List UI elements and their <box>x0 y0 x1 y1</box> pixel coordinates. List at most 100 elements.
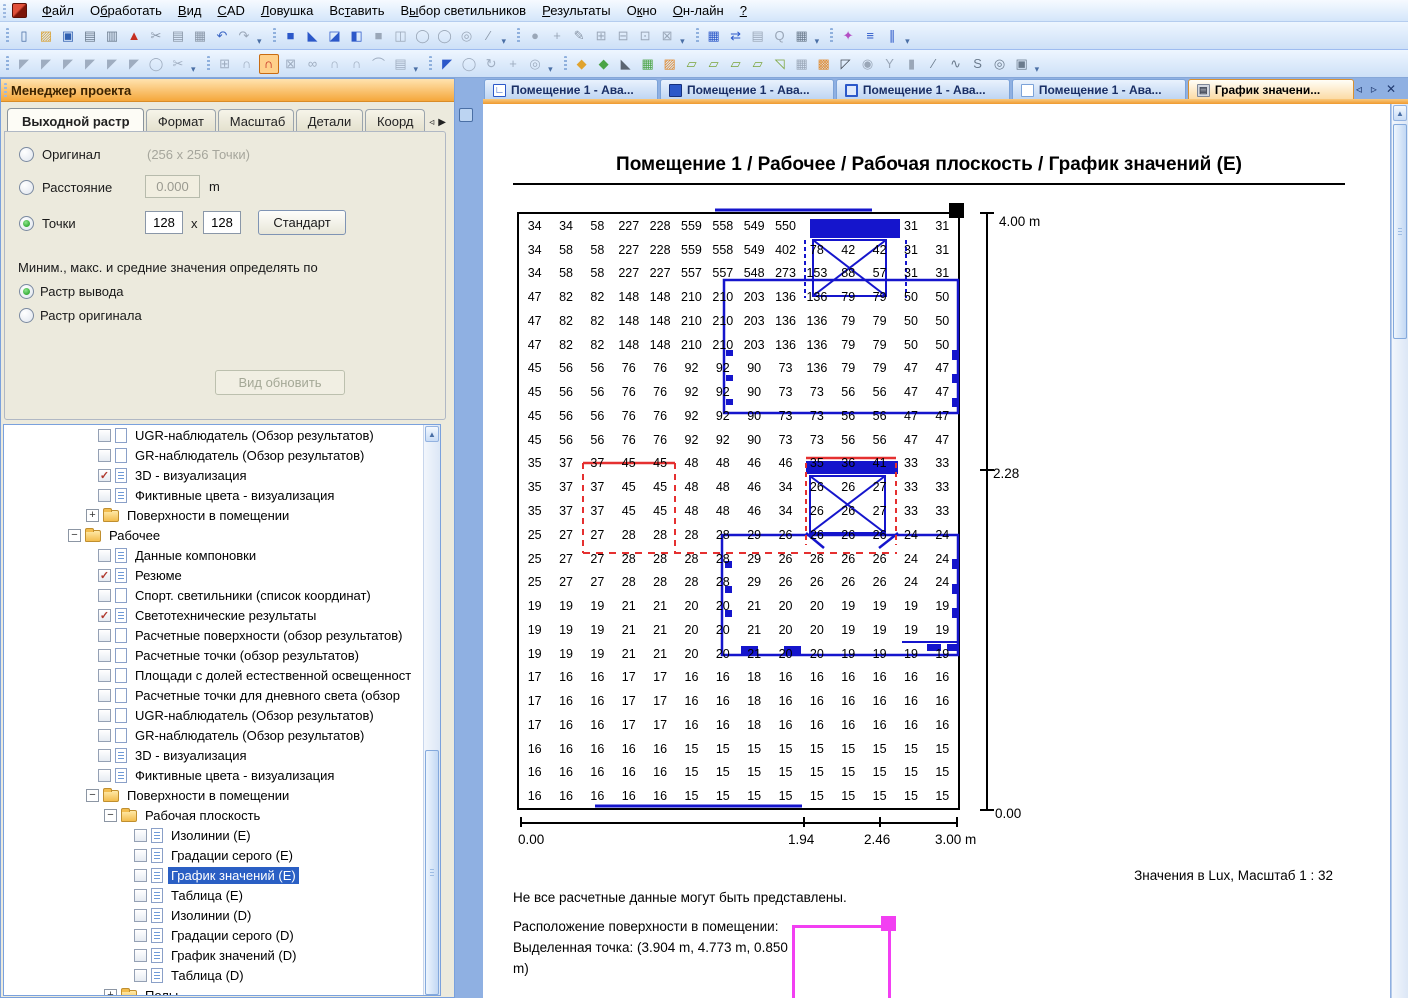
new-document-icon[interactable]: ▯ <box>14 26 34 46</box>
polygon-icon[interactable]: ▱ <box>682 54 702 74</box>
luminaire-chain-icon[interactable]: ∞ <box>303 54 323 74</box>
item-checkbox[interactable] <box>98 688 111 702</box>
tree-item[interactable]: GR-наблюдатель (Обзор результатов) <box>4 725 440 745</box>
tree-item-label[interactable]: UGR-наблюдатель (Обзор результатов) <box>132 707 377 724</box>
polygon-add-icon[interactable]: ▱ <box>726 54 746 74</box>
tree-item[interactable]: Градации серого (D) <box>4 925 440 945</box>
item-checkbox[interactable] <box>134 908 147 922</box>
tree-item[interactable]: 3D - визуализация <box>4 745 440 765</box>
project-folder-icon[interactable]: ▨ <box>660 54 680 74</box>
collapse-icon[interactable] <box>86 788 99 802</box>
wrench-icon[interactable]: ∕ <box>479 26 499 46</box>
select-scene-icon[interactable]: ◤ <box>58 54 78 74</box>
view-3d-solid-icon[interactable]: ◧ <box>347 26 367 46</box>
tree-item[interactable]: Градации серого (E) <box>4 845 440 865</box>
camera-path-icon[interactable]: ◉ <box>858 54 878 74</box>
panel-tab-выходной-растр[interactable]: Выходной растр <box>7 108 144 133</box>
tree-item[interactable]: Фиктивные цвета - визуализация <box>4 765 440 785</box>
item-checkbox[interactable] <box>98 608 111 622</box>
luminaire-field-export-icon[interactable]: ⊡ <box>635 26 655 46</box>
splitter-handle[interactable] <box>459 108 473 122</box>
toolbar-grip[interactable] <box>6 55 9 72</box>
tree-item[interactable]: Расчетные точки для дневного света (обзо… <box>4 685 440 705</box>
tree-item-label[interactable]: Расчетные точки (обзор результатов) <box>132 647 362 664</box>
corner-tool-icon[interactable]: ◸ <box>836 54 856 74</box>
panel-tab-масштаб[interactable]: Масштаб <box>217 109 294 132</box>
toolbar-overflow-icon[interactable]: ▾ <box>191 64 196 77</box>
tree-item[interactable]: Площади с долей естественной освещенност <box>4 665 440 685</box>
tree-item[interactable]: Изолинии (D) <box>4 905 440 925</box>
panel-grip[interactable] <box>4 83 7 97</box>
false-colors-icon[interactable]: ✦ <box>838 26 858 46</box>
select-cut-icon[interactable]: ✂ <box>168 54 188 74</box>
tree-item-label[interactable]: График значений (D) <box>168 947 299 964</box>
tree-item[interactable]: Рабочее <box>4 525 440 545</box>
points-x-input[interactable] <box>145 211 183 234</box>
zoom-icon[interactable]: ◯ <box>459 54 479 74</box>
zoom-window-icon[interactable]: ◫ <box>391 26 411 46</box>
menu-он-лайн[interactable]: Он-лайн <box>665 1 732 20</box>
tree-item-label[interactable]: Градации серого (E) <box>168 847 296 864</box>
tab-close-icon[interactable]: ✕ <box>1386 82 1396 96</box>
item-checkbox[interactable] <box>134 848 147 862</box>
tree-item[interactable]: График значений (D) <box>4 945 440 965</box>
tree-item-label[interactable]: Таблица (E) <box>168 887 246 904</box>
select-region-icon[interactable]: ◤ <box>102 54 122 74</box>
select-lasso-icon[interactable]: ◯ <box>146 54 166 74</box>
pen-icon[interactable]: ✎ <box>569 26 589 46</box>
tree-item-label[interactable]: 3D - визуализация <box>132 467 250 484</box>
panel-tab-коорд[interactable]: Коорд <box>364 109 426 132</box>
tree-item[interactable]: График значений (E) <box>4 865 440 885</box>
measure-point-icon[interactable]: + <box>547 26 567 46</box>
luminaire-arc-icon[interactable]: ⌒ <box>369 54 389 74</box>
document-scrollbar[interactable] <box>1390 104 1408 998</box>
tree-item[interactable]: UGR-наблюдатель (Обзор результатов) <box>4 705 440 725</box>
document-tab-1[interactable]: Помещение 1 - Ава... <box>484 79 658 100</box>
menu-вставить[interactable]: Вставить <box>321 1 392 20</box>
pointer-icon[interactable]: ◤ <box>437 54 457 74</box>
luminaire-dxf-icon[interactable]: ⊠ <box>281 54 301 74</box>
tab-scroll-arrows[interactable]: ◃ ▶ <box>427 117 450 132</box>
camera-icon[interactable]: ◣ <box>616 54 636 74</box>
tree-item[interactable]: Полы <box>4 985 440 995</box>
tree-item[interactable]: Светотехнические результаты <box>4 605 440 625</box>
tree-item-label[interactable]: Светотехнические результаты <box>132 607 319 624</box>
luminaire-single-icon[interactable]: ∩ <box>237 54 257 74</box>
tree-item[interactable]: Поверхности в помещении <box>4 505 440 525</box>
zoom-in-icon[interactable]: ◯ <box>413 26 433 46</box>
tree-item[interactable]: Данные компоновки <box>4 545 440 565</box>
menu-обработать[interactable]: Обработать <box>82 1 170 20</box>
item-checkbox[interactable] <box>134 968 147 982</box>
tree-item-label[interactable]: Градации серого (D) <box>168 927 297 944</box>
tree-scrollbar-thumb[interactable] <box>425 750 439 995</box>
toolbar-overflow-icon[interactable]: ▾ <box>257 36 262 49</box>
menu-ловушка[interactable]: Ловушка <box>253 1 322 20</box>
item-checkbox[interactable] <box>98 628 111 642</box>
tree-item-label[interactable]: Резюме <box>132 567 185 584</box>
tab-scroll-left-icon[interactable]: ◃ <box>427 117 436 128</box>
menu-файл[interactable]: Файл <box>34 1 82 20</box>
tree-item-label[interactable]: Изолинии (D) <box>168 907 254 924</box>
toolbar-overflow-icon[interactable]: ▾ <box>905 36 910 49</box>
circle-icon[interactable]: ◎ <box>990 54 1010 74</box>
expand-icon[interactable] <box>104 988 117 995</box>
view-3d-wire-icon[interactable]: ◪ <box>325 26 345 46</box>
zoom-previous-icon[interactable]: ◎ <box>525 54 545 74</box>
tree-item-label[interactable]: Расчетные точки для дневного света (обзо… <box>132 687 403 704</box>
output-document-icon[interactable]: ▤ <box>748 26 768 46</box>
cut-icon[interactable]: ✂ <box>146 26 166 46</box>
toolbar-grip[interactable] <box>563 55 567 72</box>
item-checkbox[interactable] <box>98 728 111 742</box>
collapse-icon[interactable] <box>104 808 117 822</box>
split-horizontal-icon[interactable]: ≡ <box>860 26 880 46</box>
tree-item[interactable]: Поверхности в помещении <box>4 785 440 805</box>
recalculate-icon[interactable]: ⇄ <box>726 26 746 46</box>
item-checkbox[interactable] <box>98 648 111 662</box>
item-checkbox[interactable] <box>98 428 111 442</box>
document-tab-3[interactable]: Помещение 1 - Ава... <box>835 79 1010 100</box>
tree-item[interactable]: GR-наблюдатель (Обзор результатов) <box>4 445 440 465</box>
texture-icon[interactable]: ▩ <box>814 54 834 74</box>
item-checkbox[interactable] <box>98 668 111 682</box>
toolbar-overflow-icon[interactable]: ▾ <box>548 64 553 77</box>
points-y-input[interactable] <box>203 211 241 234</box>
